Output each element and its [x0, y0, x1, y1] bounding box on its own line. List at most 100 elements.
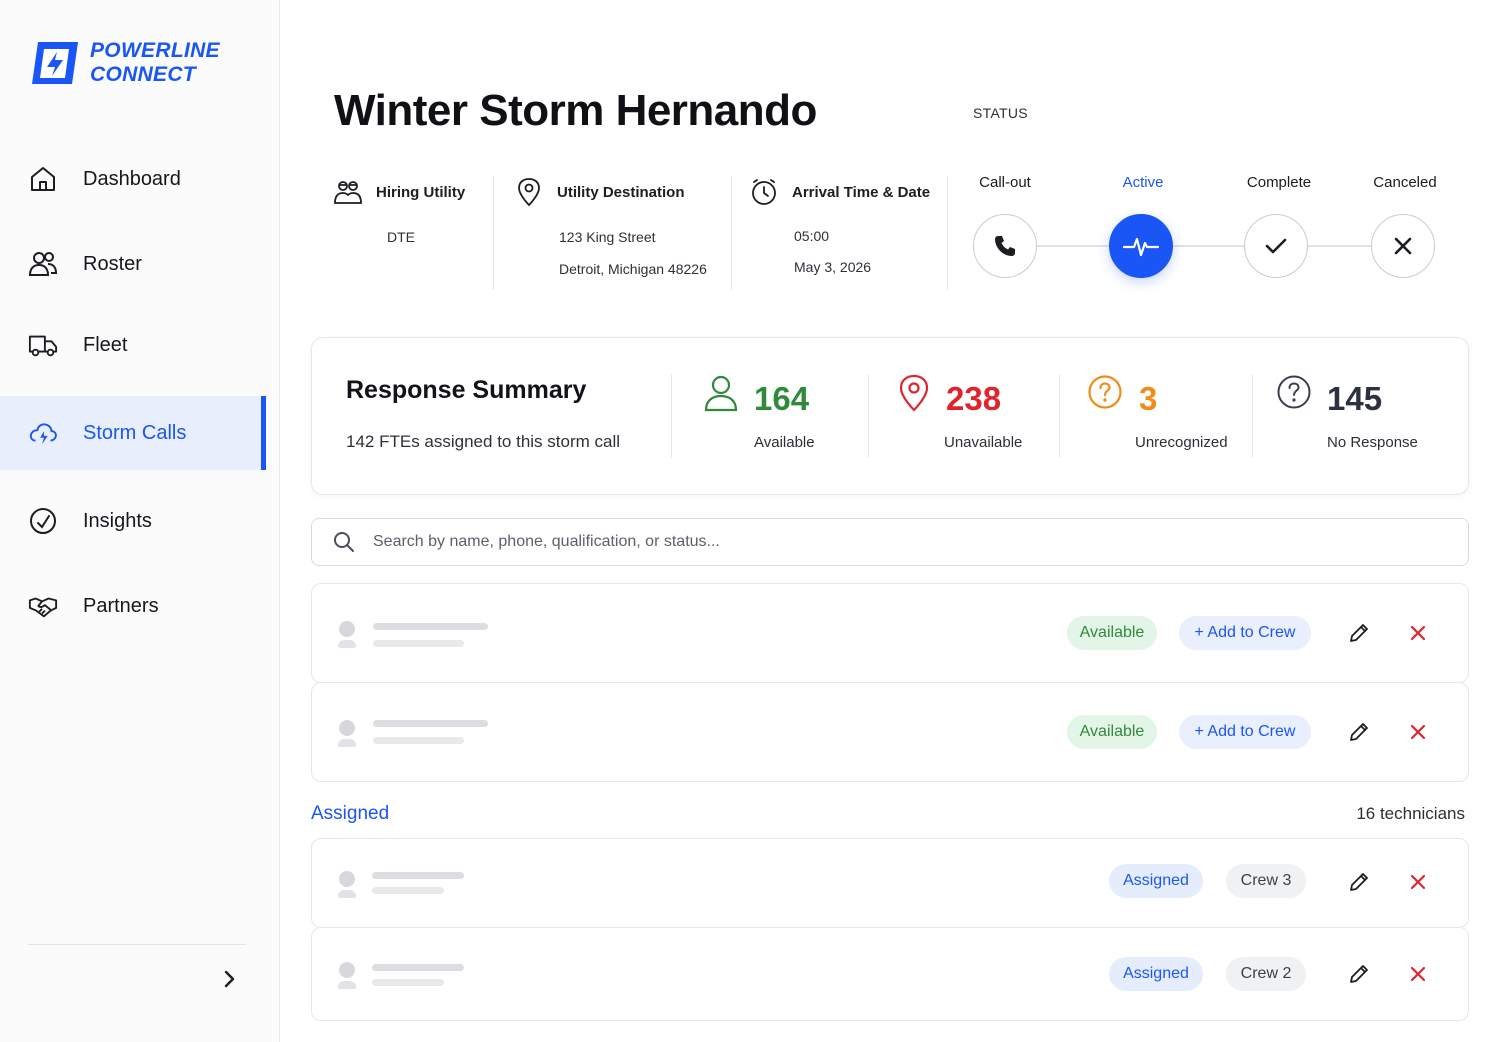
- stat-label: Unrecognized: [1135, 434, 1228, 451]
- divider: [1059, 374, 1060, 458]
- table-row[interactable]: Assigned Crew 3: [311, 838, 1469, 928]
- response-summary-subtitle: 142 FTEs assigned to this storm call: [346, 432, 621, 451]
- step-label-call-out: Call-out: [979, 174, 1031, 191]
- app-logo[interactable]: POWERLINE CONNECT: [28, 36, 220, 90]
- workers-icon: [332, 176, 364, 208]
- pulse-icon: [1122, 237, 1160, 257]
- response-summary-title: Response Summary: [346, 376, 587, 404]
- map-pin-icon: [513, 176, 545, 208]
- destination-street: 123 King Street: [559, 229, 656, 245]
- stat-value: 238: [946, 380, 1002, 417]
- crew-badge[interactable]: Crew 2: [1226, 957, 1306, 991]
- hiring-utility-label: Hiring Utility: [376, 183, 466, 201]
- map-pin-icon: [899, 374, 929, 412]
- close-icon: [1410, 724, 1426, 740]
- add-to-crew-button[interactable]: + Add to Crew: [1179, 715, 1311, 749]
- home-icon: [28, 164, 58, 194]
- pencil-icon: [1350, 624, 1368, 642]
- gauge-icon: [28, 506, 58, 536]
- sidebar-item-label: Dashboard: [83, 167, 181, 190]
- logo-wordmark: POWERLINE CONNECT: [90, 39, 220, 87]
- add-to-crew-button[interactable]: + Add to Crew: [1179, 616, 1311, 650]
- avatar: [338, 720, 356, 747]
- avatar: [338, 871, 356, 898]
- sidebar-item-label: Insights: [83, 509, 152, 532]
- remove-button[interactable]: [1405, 961, 1431, 987]
- divider: [1252, 374, 1253, 458]
- edit-button[interactable]: [1346, 620, 1372, 646]
- sidebar-item-insights[interactable]: Insights: [0, 484, 266, 558]
- status-badge: Available: [1067, 715, 1157, 749]
- step-label-active: Active: [1122, 174, 1164, 191]
- status-heading: STATUS: [973, 105, 1028, 121]
- remove-button[interactable]: [1405, 719, 1431, 745]
- destination-city: Detroit, Michigan 48226: [559, 261, 707, 277]
- status-step-complete[interactable]: [1244, 214, 1308, 278]
- detail-placeholder: [373, 737, 464, 744]
- sidebar-item-dashboard[interactable]: Dashboard: [0, 142, 266, 216]
- stat-value: 145: [1327, 380, 1383, 417]
- detail-placeholder: [372, 979, 444, 986]
- name-placeholder: [372, 872, 464, 879]
- stat-label: Available: [754, 434, 815, 451]
- table-row[interactable]: Available + Add to Crew: [311, 682, 1469, 782]
- status-step-call-out[interactable]: [973, 214, 1037, 278]
- hiring-utility-block: Hiring Utility: [332, 176, 465, 208]
- x-icon: [1394, 237, 1412, 255]
- name-placeholder: [373, 623, 488, 630]
- status-badge: Assigned: [1109, 957, 1203, 991]
- users-icon: [28, 249, 58, 279]
- utility-destination-label: Utility Destination: [557, 183, 685, 201]
- avatar: [338, 962, 356, 989]
- crew-badge[interactable]: Crew 3: [1226, 864, 1306, 898]
- arrival-block: Arrival Time & Date: [748, 176, 930, 208]
- stat-label: No Response: [1327, 434, 1418, 451]
- sidebar-item-roster[interactable]: Roster: [0, 227, 266, 301]
- name-placeholder: [372, 964, 464, 971]
- close-icon: [1410, 874, 1426, 890]
- question-circle-icon: [1088, 375, 1122, 409]
- status-step-canceled[interactable]: [1371, 214, 1435, 278]
- response-summary-card: Response Summary 142 FTEs assigned to th…: [311, 337, 1469, 495]
- arrival-date: May 3, 2026: [794, 259, 872, 275]
- search-bar: [311, 518, 1469, 566]
- remove-button[interactable]: [1405, 620, 1431, 646]
- status-step-active[interactable]: [1109, 214, 1173, 278]
- edit-button[interactable]: [1346, 869, 1372, 895]
- check-icon: [1265, 238, 1287, 254]
- table-row[interactable]: Available + Add to Crew: [311, 583, 1469, 683]
- hiring-utility-value: DTE: [387, 229, 415, 245]
- stat-value: 164: [754, 380, 810, 417]
- edit-button[interactable]: [1346, 961, 1372, 987]
- name-placeholder: [373, 720, 488, 727]
- sidebar-item-label: Storm Calls: [83, 421, 187, 444]
- truck-icon: [28, 330, 58, 360]
- sidebar-item-label: Partners: [83, 594, 159, 617]
- arrival-time: 05:00: [794, 228, 830, 244]
- close-icon: [1410, 625, 1426, 641]
- sidebar-item-partners[interactable]: Partners: [0, 569, 266, 643]
- status-badge: Available: [1067, 616, 1157, 650]
- status-progress-line: [1005, 245, 1403, 247]
- sidebar: POWERLINE CONNECT Dashboard Roster Fleet: [0, 0, 280, 1042]
- collapse-sidebar-button[interactable]: [214, 964, 244, 994]
- remove-button[interactable]: [1405, 869, 1431, 895]
- divider: [671, 374, 672, 458]
- table-row[interactable]: Assigned Crew 2: [311, 927, 1469, 1021]
- divider: [868, 374, 869, 458]
- lightning-logo-icon: [32, 42, 78, 84]
- pencil-icon: [1350, 965, 1368, 983]
- user-icon: [704, 375, 738, 412]
- detail-placeholder: [372, 887, 444, 894]
- edit-button[interactable]: [1346, 719, 1372, 745]
- close-icon: [1410, 966, 1426, 982]
- sidebar-item-storm-calls[interactable]: Storm Calls: [0, 396, 266, 470]
- phone-icon: [995, 236, 1015, 256]
- clock-icon: [748, 176, 780, 208]
- sidebar-item-fleet[interactable]: Fleet: [0, 308, 266, 382]
- divider: [731, 176, 732, 290]
- assigned-count: 16 technicians: [1356, 804, 1465, 823]
- search-input[interactable]: [373, 533, 1433, 551]
- divider: [947, 176, 948, 290]
- assigned-section-heading[interactable]: Assigned: [311, 803, 389, 825]
